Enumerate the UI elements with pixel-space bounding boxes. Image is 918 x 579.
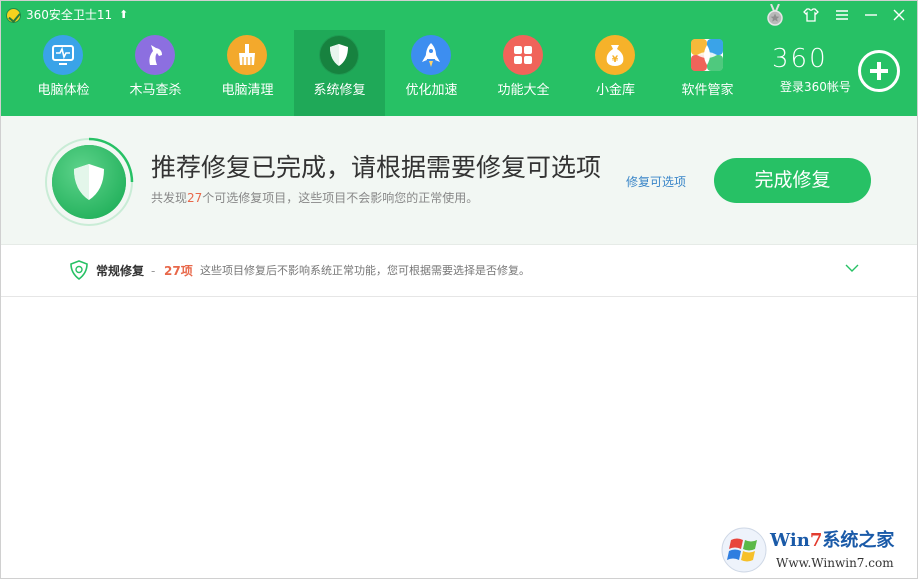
svg-text:¥: ¥	[612, 55, 619, 65]
watermark-brand-left: Win	[770, 530, 810, 551]
nav-label: 电脑清理	[221, 83, 274, 98]
nav-label: 小金库	[595, 83, 635, 98]
banner-sub-suffix: 个可选修复项目，这些项目不会影响您的正常使用。	[202, 191, 479, 205]
hamburger-menu-icon[interactable]	[831, 4, 853, 26]
watermark-brand: Win7系统之家	[770, 530, 894, 552]
medal-icon[interactable]	[765, 3, 785, 26]
nav-label: 优化加速	[405, 83, 458, 98]
nav-item-checkup[interactable]: 电脑体检	[18, 30, 109, 116]
up-arrow-icon[interactable]: ⬆	[119, 7, 128, 23]
nav-item-system-repair[interactable]: 系统修复	[294, 30, 385, 116]
nav-label: 电脑体检	[37, 83, 90, 98]
apps-grid-icon	[503, 35, 543, 75]
app-window: 360安全卫士11 ⬆ 电脑体检 木马查杀 电脑清理 系统修复 优化加速 功能大…	[0, 0, 918, 579]
main-nav: 电脑体检 木马查杀 电脑清理 系统修复 优化加速 功能大全 ¥ 小金库 软件管家…	[0, 30, 918, 116]
finish-repair-button[interactable]: 完成修复	[714, 158, 871, 203]
title-bar: 360安全卫士11 ⬆	[0, 0, 918, 30]
window-title: 360安全卫士11	[26, 8, 113, 22]
nav-item-cleanup[interactable]: 电脑清理	[202, 30, 293, 116]
issue-count: 27	[187, 191, 203, 205]
nav-label: 功能大全	[497, 83, 550, 98]
section-description: 这些项目修复后不影响系统正常功能，您可根据需要选择是否修复。	[200, 264, 530, 277]
nav-item-features[interactable]: 功能大全	[478, 30, 569, 116]
nav-item-vault[interactable]: ¥ 小金库	[570, 30, 661, 116]
brand-360-logo: 360	[772, 44, 828, 74]
chevron-down-icon[interactable]	[843, 259, 861, 277]
nav-item-speedup[interactable]: 优化加速	[386, 30, 477, 116]
plus-circle-icon[interactable]	[858, 50, 900, 92]
section-shield-icon	[69, 260, 89, 281]
watermark-url: Www.Winwin7.com	[776, 556, 894, 570]
login-link[interactable]: 登录360帐号	[780, 80, 851, 94]
watermark-brand-right: 系统之家	[822, 530, 895, 551]
shield-icon	[319, 35, 359, 75]
watermark-brand-num: 7	[809, 530, 823, 551]
nav-item-trojan-scan[interactable]: 木马查杀	[110, 30, 201, 116]
banner-heading: 推荐修复已完成，请根据需要修复可选项	[151, 153, 602, 182]
nav-label: 系统修复	[313, 83, 366, 98]
money-bag-icon: ¥	[595, 35, 635, 75]
trojan-horse-icon	[135, 35, 175, 75]
shirt-icon[interactable]	[800, 4, 822, 26]
header: 360安全卫士11 ⬆ 电脑体检 木马查杀 电脑清理 系统修复 优化加速 功能大…	[0, 0, 918, 116]
minimize-icon[interactable]	[860, 4, 882, 26]
shield-badge-icon	[44, 137, 134, 227]
nav-label: 软件管家	[681, 83, 734, 98]
section-count: 27项	[164, 264, 193, 278]
section-dash: -	[151, 264, 156, 278]
monitor-checkup-icon	[43, 35, 83, 75]
nav-label: 木马查杀	[129, 83, 182, 98]
section-title: 常规修复	[96, 264, 145, 278]
close-icon[interactable]	[888, 4, 910, 26]
nav-item-software[interactable]: 软件管家	[662, 30, 753, 116]
broom-icon	[227, 35, 267, 75]
repair-optional-link[interactable]: 修复可选项	[626, 174, 686, 190]
windows-logo-icon	[720, 526, 768, 574]
app-logo-icon	[6, 8, 21, 23]
rocket-icon	[411, 35, 451, 75]
banner-subtext: 共发现27个可选修复项目，这些项目不会影响您的正常使用。	[151, 190, 478, 206]
banner-sub-prefix: 共发现	[151, 191, 188, 205]
watermark: Win7系统之家 Www.Winwin7.com	[720, 526, 916, 576]
software-box-icon	[687, 35, 727, 75]
